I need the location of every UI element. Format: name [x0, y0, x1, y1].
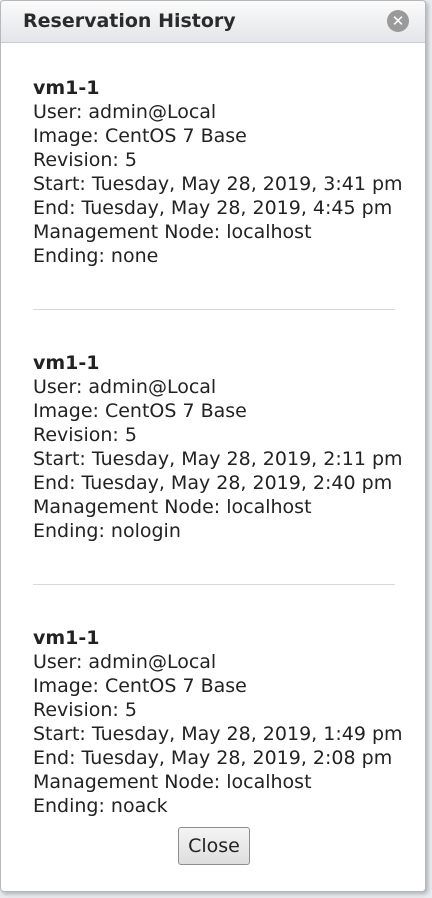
- reservation-end: End: Tuesday, May 28, 2019, 4:45 pm: [33, 197, 393, 219]
- reservation-start: Start: Tuesday, May 28, 2019, 2:11 pm: [33, 448, 403, 470]
- reservation-start: Start: Tuesday, May 28, 2019, 1:49 pm: [33, 723, 403, 745]
- dialog-title: Reservation History: [23, 10, 236, 32]
- reservation-revision: Revision: 5: [33, 149, 137, 171]
- reservation-name: vm1-1: [33, 627, 100, 649]
- reservation-name: vm1-1: [33, 352, 100, 374]
- close-button[interactable]: Close: [178, 827, 250, 865]
- reservation-user: User: admin@Local: [33, 101, 217, 123]
- reservation-revision: Revision: 5: [33, 424, 137, 446]
- reservation-end: End: Tuesday, May 28, 2019, 2:08 pm: [33, 747, 393, 769]
- reservation-revision: Revision: 5: [33, 699, 137, 721]
- reservation-user: User: admin@Local: [33, 651, 217, 673]
- reservation-history-dialog: Reservation History ✕ vm1-1 User: admin@…: [0, 0, 426, 892]
- close-icon[interactable]: ✕: [387, 10, 409, 32]
- reservation-ending: Ending: noack: [33, 795, 168, 817]
- reservation-image: Image: CentOS 7 Base: [33, 675, 247, 697]
- reservation-start: Start: Tuesday, May 28, 2019, 3:41 pm: [33, 173, 403, 195]
- reservation-entry: vm1-1 User: admin@Local Image: CentOS 7 …: [33, 43, 403, 268]
- reservation-management-node: Management Node: localhost: [33, 496, 312, 518]
- dialog-titlebar[interactable]: Reservation History ✕: [1, 1, 425, 43]
- reservation-end: End: Tuesday, May 28, 2019, 2:40 pm: [33, 472, 393, 494]
- reservation-entry: vm1-1 User: admin@Local Image: CentOS 7 …: [33, 585, 403, 818]
- reservation-ending: Ending: none: [33, 245, 159, 267]
- reservation-user: User: admin@Local: [33, 376, 217, 398]
- reservation-ending: Ending: nologin: [33, 520, 181, 542]
- reservation-management-node: Management Node: localhost: [33, 221, 312, 243]
- reservation-list: vm1-1 User: admin@Local Image: CentOS 7 …: [33, 43, 403, 818]
- reservation-image: Image: CentOS 7 Base: [33, 400, 247, 422]
- reservation-image: Image: CentOS 7 Base: [33, 125, 247, 147]
- reservation-entry: vm1-1 User: admin@Local Image: CentOS 7 …: [33, 310, 403, 543]
- dialog-button-bar: Close: [1, 827, 425, 865]
- reservation-name: vm1-1: [33, 77, 100, 99]
- reservation-management-node: Management Node: localhost: [33, 771, 312, 793]
